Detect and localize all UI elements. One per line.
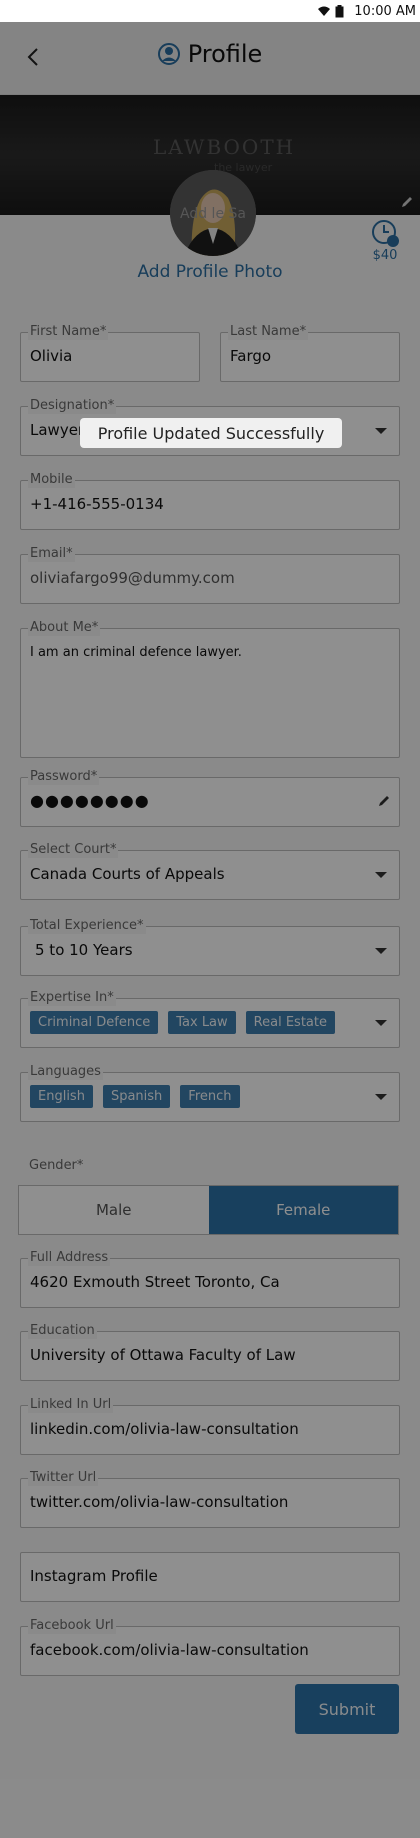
status-bar: 10:00 AM <box>0 0 420 22</box>
modal-overlay <box>0 22 420 1838</box>
battery-icon <box>335 4 344 17</box>
success-toast: Profile Updated Successfully <box>80 418 342 448</box>
status-time: 10:00 AM <box>354 3 416 19</box>
wifi-icon <box>318 6 331 16</box>
